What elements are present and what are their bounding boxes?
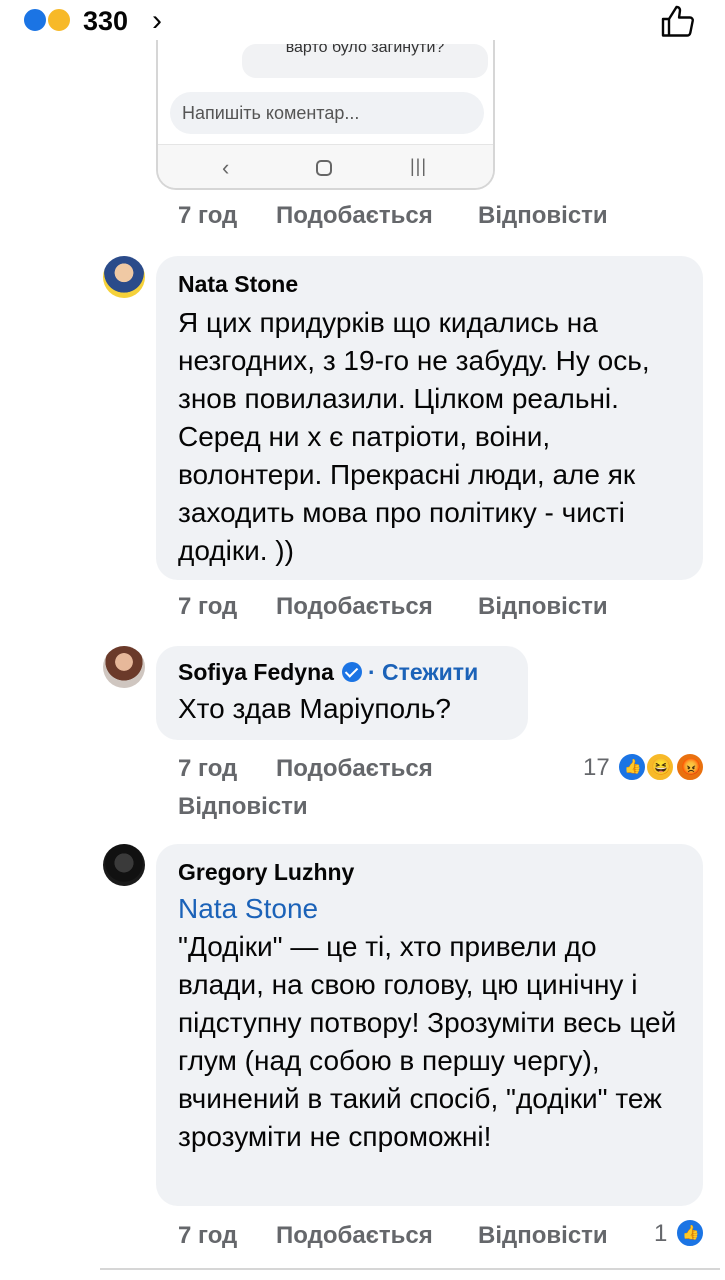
like-icon	[617, 752, 647, 782]
care-reaction-icon	[46, 7, 72, 33]
comment-text: "Додіки" — це ті, хто привели до влади, …	[178, 931, 677, 1152]
comment-bubble: Nata Stone Я цих придурків що кидались н…	[156, 256, 703, 580]
comment-bubble: Gregory Luzhny Nata Stone "Додіки" — це …	[156, 844, 703, 1206]
like-icon	[675, 1218, 705, 1248]
next-comment-edge	[100, 1268, 720, 1280]
chevron-right-icon[interactable]: ›	[152, 4, 162, 38]
comment-text: Я цих придурків що кидались на незгодних…	[178, 307, 650, 566]
like-button[interactable]: Подобається	[276, 1222, 478, 1250]
comment-time: 7 год	[178, 202, 238, 229]
avatar[interactable]	[103, 646, 145, 688]
comment-actions: 7 год Подобається	[178, 755, 478, 783]
comment-actions: 7 год Подобається Відповісти	[178, 1222, 608, 1250]
embedded-screenshot[interactable]: варто було загинути? Напишіть коментар..…	[156, 40, 495, 190]
comment-actions: 7 год Подобається Відповісти	[178, 593, 608, 621]
like-button[interactable]: Подобається	[276, 202, 478, 230]
reply-button[interactable]: Відповісти	[478, 1222, 608, 1250]
angry-icon	[675, 752, 705, 782]
reply-button[interactable]: Відповісти	[178, 793, 308, 821]
android-navbar: ‹ |||	[158, 144, 493, 188]
verified-badge-icon	[341, 662, 362, 682]
reply-button[interactable]: Відповісти	[478, 202, 608, 230]
recent-apps-icon[interactable]: |||	[410, 156, 427, 177]
avatar[interactable]	[103, 256, 145, 298]
reaction-count[interactable]: 330	[83, 6, 128, 37]
reaction-count[interactable]: 1	[654, 1220, 667, 1248]
comment-time: 7 год	[178, 593, 238, 620]
comment-bubble: Sofiya Fedyna · Стежити Хто здав Маріупол…	[156, 646, 528, 740]
comment-actions: 7 год Подобається Відповісти	[178, 202, 608, 230]
comment-author[interactable]: Gregory Luzhny	[178, 858, 681, 886]
comment-author[interactable]: Nata Stone	[178, 270, 681, 298]
comment-time: 7 год	[178, 1222, 238, 1249]
haha-icon	[645, 752, 675, 782]
comment-author[interactable]: Sofiya Fedyna	[178, 659, 334, 685]
like-button[interactable]: Подобається	[276, 593, 478, 621]
comment-input[interactable]: Напишіть коментар...	[170, 92, 484, 134]
comment-author-line: Sofiya Fedyna · Стежити	[178, 658, 506, 686]
comment-actions-reply: Відповісти	[178, 793, 308, 821]
follow-button[interactable]: Стежити	[382, 659, 478, 685]
home-icon[interactable]	[316, 160, 332, 176]
reply-button[interactable]: Відповісти	[478, 593, 608, 621]
reaction-count[interactable]: 17	[583, 754, 610, 782]
avatar[interactable]	[103, 844, 145, 886]
like-reaction-icon	[22, 7, 48, 33]
comment-time: 7 год	[178, 755, 238, 782]
like-button[interactable]: Подобається	[276, 755, 478, 783]
back-icon[interactable]: ‹	[222, 155, 229, 181]
cropped-comment-text: варто було загинути?	[242, 44, 488, 78]
mention-link[interactable]: Nata Stone	[178, 890, 681, 928]
comment-text: Хто здав Маріуполь?	[178, 693, 451, 724]
follow-separator: ·	[367, 659, 376, 685]
thumbs-up-icon[interactable]	[660, 4, 696, 40]
